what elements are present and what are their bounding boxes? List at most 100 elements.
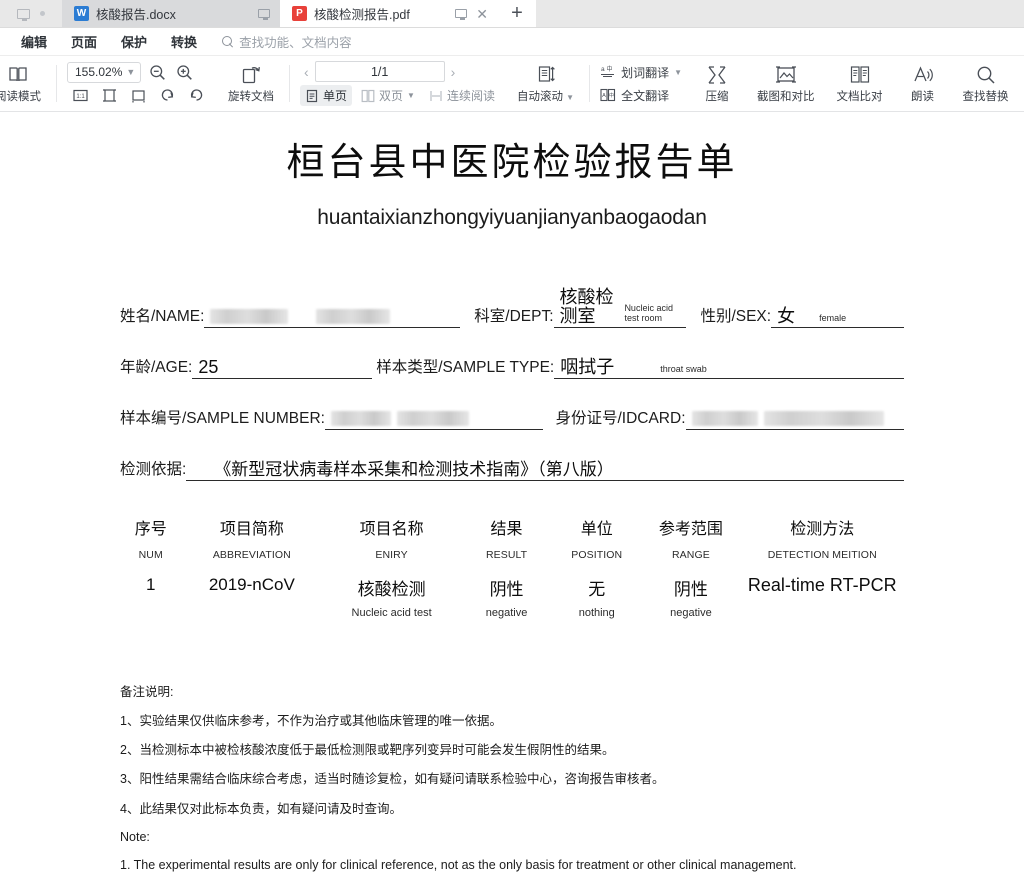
- menu-search-placeholder: 查找功能、文档内容: [239, 32, 352, 51]
- note-line-cn-1: 1、实验结果仅供临床参考，不作为治疗或其他临床管理的唯一依据。: [120, 713, 904, 729]
- auto-scroll-button[interactable]: 自动滚动 ▼: [512, 62, 579, 106]
- th-range-cn: 参考范围: [641, 515, 740, 539]
- chevron-down-icon: ▼: [126, 67, 135, 77]
- redacted-block: [210, 309, 288, 324]
- field-label-sample-type: 样本类型/SAMPLE TYPE:: [376, 355, 554, 379]
- sample-type-value: 咽拭子: [560, 358, 614, 377]
- prev-page-button[interactable]: ‹: [300, 64, 313, 80]
- word-translate-label: 划词翻译: [621, 64, 669, 81]
- auto-scroll-icon: [535, 64, 557, 86]
- doc-compare-button[interactable]: 文档比对: [832, 62, 888, 106]
- document-viewport[interactable]: 桓台县中医院检验报告单 huantaixianzhongyiyuanjianya…: [0, 113, 1024, 881]
- read-aloud-label: 朗读: [911, 88, 934, 104]
- tab-monitor-icon[interactable]: [455, 9, 467, 18]
- tabbar-leading-controls: [0, 0, 62, 27]
- page-indicator-input[interactable]: 1/1: [315, 61, 445, 82]
- chevron-down-icon: ▼: [674, 68, 682, 77]
- word-translate-button[interactable]: a 中 划词翻译 ▼: [600, 64, 682, 81]
- close-icon[interactable]: ✕: [476, 7, 488, 21]
- find-replace-label: 查找替换: [963, 88, 1009, 104]
- view-single-page-button[interactable]: 单页: [300, 85, 352, 106]
- note-line-cn-3: 3、阳性结果需结合临床综合考虑，适当时随诊复检，如有疑问请联系检验中心，咨询报告…: [120, 771, 904, 787]
- search-icon: [222, 36, 234, 48]
- field-label-dept: 科室/DEPT:: [474, 304, 553, 328]
- screenshot-compare-button[interactable]: 截图和对比: [752, 62, 820, 106]
- rotate-document-label: 旋转文档: [228, 88, 274, 104]
- double-page-icon: [361, 89, 375, 103]
- view-continuous-label: 连续阅读: [447, 87, 495, 104]
- zoom-level-select[interactable]: 155.02% ▼: [67, 62, 141, 83]
- new-tab-button[interactable]: +: [498, 0, 536, 27]
- full-translate-button[interactable]: A 中 全文翻译: [600, 87, 682, 104]
- reading-mode-button[interactable]: 阅读模式: [0, 62, 46, 106]
- chevron-down-icon: ▼: [407, 91, 415, 100]
- rotate-left-button[interactable]: [156, 86, 178, 106]
- td-method: Real-time RT-PCR: [740, 561, 904, 619]
- results-table: 序号 项目简称 项目名称 结果 单位 参考范围 检测方法 NUM ABBREVI…: [120, 515, 904, 619]
- compress-button[interactable]: 压缩: [694, 62, 740, 106]
- next-page-button[interactable]: ›: [447, 64, 460, 80]
- zoom-in-button[interactable]: [173, 62, 195, 82]
- toolbar-divider: [56, 65, 57, 102]
- word-translate-icon: a 中: [600, 64, 616, 80]
- age-value: 25: [198, 358, 218, 377]
- tab-pdf[interactable]: P 核酸检测报告.pdf ✕: [280, 0, 498, 27]
- th-result-cn: 结果: [461, 515, 552, 539]
- view-continuous-button[interactable]: 连续阅读: [424, 85, 500, 106]
- continuous-scroll-icon: [429, 89, 443, 103]
- th-num-cn: 序号: [120, 515, 181, 539]
- tab-docx-label: 核酸报告.docx: [96, 4, 251, 23]
- menu-search-box[interactable]: 查找功能、文档内容: [222, 32, 352, 51]
- sample-type-value-en: throat swab: [660, 364, 707, 377]
- view-double-page-button[interactable]: 双页 ▼: [356, 85, 420, 106]
- field-label-name: 姓名/NAME:: [120, 304, 204, 328]
- info-row-3: 样本编号/SAMPLE NUMBER: 身份证号/IDCARD:: [120, 406, 904, 430]
- page-subtitle: huantaixianzhongyiyuanjianyanbaogaodan: [120, 206, 904, 230]
- th-entry-en: ENIRY: [322, 549, 461, 561]
- zoom-out-icon: [149, 64, 166, 81]
- tab-monitor-icon[interactable]: [258, 9, 270, 18]
- toolbar-group-rotate-doc: 旋转文档: [213, 56, 285, 111]
- word-file-icon: W: [74, 6, 89, 21]
- svg-text:中: 中: [609, 92, 614, 99]
- field-label-age: 年龄/AGE:: [120, 355, 192, 379]
- th-result-en: RESULT: [461, 549, 552, 561]
- pdf-page: 桓台县中医院检验报告单 huantaixianzhongyiyuanjianya…: [0, 113, 1024, 881]
- find-replace-button[interactable]: 查找替换: [958, 62, 1014, 106]
- svg-text:1:1: 1:1: [76, 94, 85, 100]
- svg-text:中: 中: [607, 65, 613, 73]
- menu-item-edit[interactable]: 编辑: [10, 29, 58, 54]
- field-value-sample-number: [325, 408, 543, 430]
- th-abbreviation-en: ABBREVIATION: [181, 549, 322, 561]
- menu-item-protect[interactable]: 保护: [110, 29, 158, 54]
- th-entry-cn: 项目名称: [322, 515, 461, 539]
- tab-docx[interactable]: W 核酸报告.docx: [62, 0, 280, 27]
- redacted-block: [316, 309, 390, 324]
- rotate-right-button[interactable]: [185, 86, 207, 106]
- toolbar-group-translate: a 中 划词翻译 ▼ A 中 全文翻译: [594, 56, 688, 111]
- fit-width-button[interactable]: [127, 86, 149, 106]
- td-entry: 核酸检测Nucleic acid test: [322, 561, 461, 619]
- field-label-sex: 性别/SEX:: [700, 304, 771, 328]
- rotate-document-button[interactable]: 旋转文档: [223, 62, 279, 106]
- td-unit: 无nothing: [552, 561, 641, 619]
- zoom-out-button[interactable]: [146, 62, 168, 82]
- fit-page-button[interactable]: [98, 86, 120, 106]
- field-value-name: [204, 306, 460, 328]
- rotate-right-icon: [189, 88, 204, 103]
- read-aloud-icon: [912, 64, 934, 86]
- menu-item-page[interactable]: 页面: [60, 29, 108, 54]
- toolbar: 阅读模式 155.02% ▼: [0, 56, 1024, 112]
- doc-compare-label: 文档比对: [837, 88, 883, 104]
- menu-item-convert[interactable]: 转换: [160, 29, 208, 54]
- tab-pdf-tools: ✕: [455, 7, 488, 21]
- actual-size-button[interactable]: 1:1: [69, 86, 91, 106]
- read-aloud-button[interactable]: 朗读: [900, 62, 946, 106]
- td-result: 阴性negative: [461, 561, 552, 619]
- book-icon: [7, 64, 29, 86]
- fit-page-icon: [102, 88, 117, 103]
- find-replace-icon: [974, 64, 998, 86]
- monitor-icon[interactable]: [17, 9, 30, 19]
- menu-bar: 编辑 页面 保护 转换 查找功能、文档内容: [0, 28, 1024, 56]
- redacted-block: [331, 411, 391, 426]
